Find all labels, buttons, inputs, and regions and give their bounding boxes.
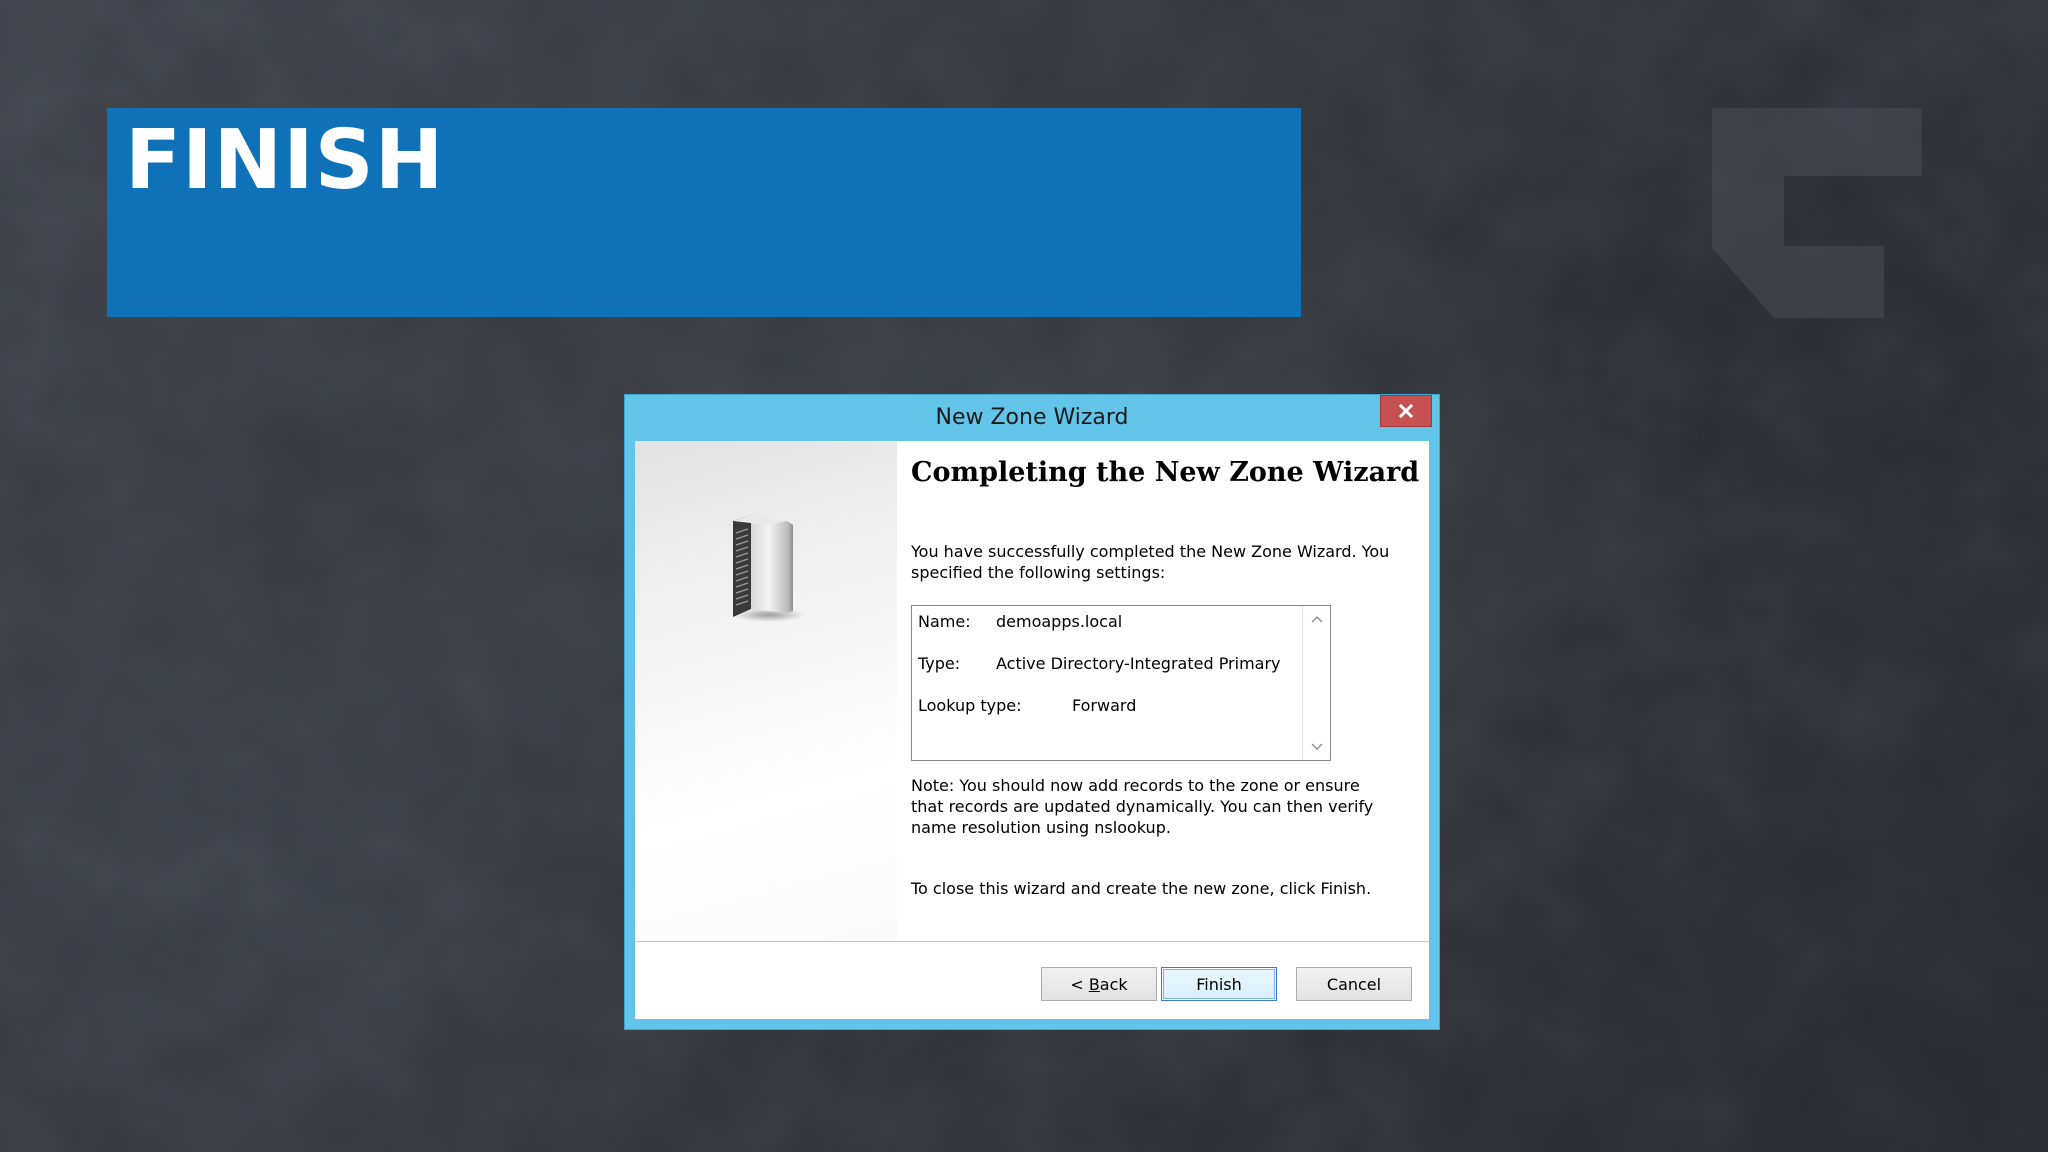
back-button-mnemonic: B [1088,974,1100,994]
back-button-rest: ack [1099,974,1128,994]
dialog-title: New Zone Wizard [935,405,1129,430]
back-button[interactable]: < Back [1041,967,1157,1001]
button-bar: < Back Finish Cancel [635,943,1429,1019]
slide-title-bar: FINISH [107,108,1301,317]
setting-label: Type: [918,654,961,673]
dialog-client-area: Completing the New Zone Wizard You have … [635,441,1429,1019]
close-instruction-text: To close this wizard and create the new … [911,879,1372,898]
dialog-titlebar[interactable]: New Zone Wizard [625,395,1439,441]
settings-summary-box[interactable]: Name: demoapps.local Type: Active Direct… [911,605,1331,761]
server-icon [733,515,805,622]
scroll-down-button[interactable] [1303,734,1330,760]
settings-scrollbar[interactable] [1302,606,1330,760]
close-icon [1398,403,1414,419]
close-button[interactable] [1380,395,1432,427]
slide-title: FINISH [125,113,445,208]
wizard-side-panel [635,441,897,941]
setting-label: Name: [918,612,971,631]
brand-logo [1712,108,1922,318]
setting-value: demoapps.local [996,612,1123,631]
scroll-up-button[interactable] [1303,606,1330,632]
setting-value: Forward [1072,696,1137,715]
chevron-down-icon [1311,743,1322,750]
wizard-heading: Completing the New Zone Wizard [911,457,1420,488]
chevron-up-icon [1311,616,1322,623]
back-button-prefix: < [1070,974,1089,994]
wizard-content: Completing the New Zone Wizard You have … [911,441,1419,941]
finish-button[interactable]: Finish [1161,967,1277,1001]
intro-text: You have successfully completed the New … [911,542,1390,582]
new-zone-wizard-dialog: New Zone Wizard Completing the New Zone … [624,394,1440,1030]
setting-label: Lookup type: [918,696,1022,715]
setting-value: Active Directory-Integrated Primary [996,654,1281,673]
cancel-button[interactable]: Cancel [1296,967,1412,1001]
note-text: Note: You should now add records to the … [911,776,1374,837]
